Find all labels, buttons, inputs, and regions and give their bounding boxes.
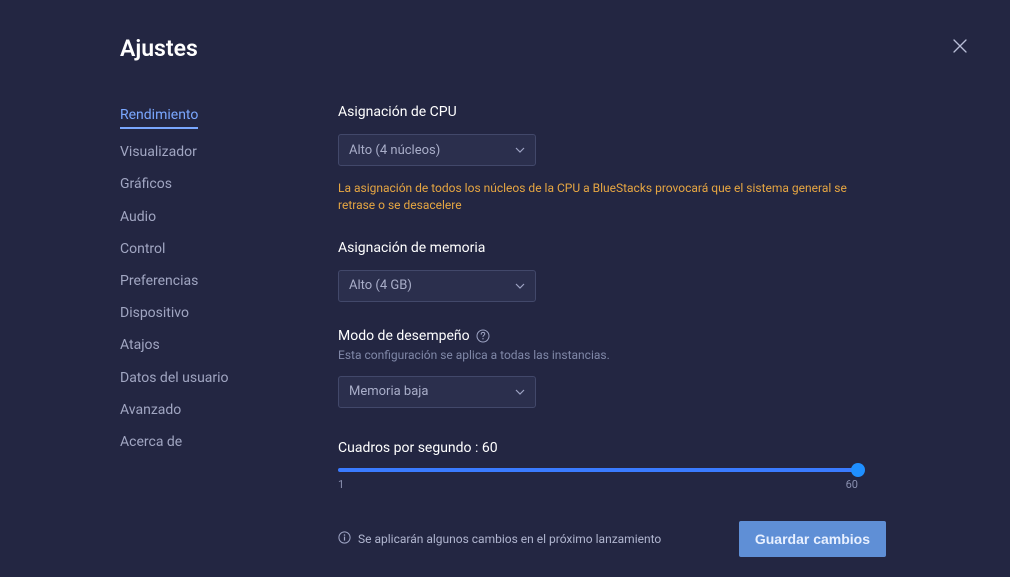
performance-mode-select[interactable]: Memoria baja <box>338 376 536 408</box>
help-icon[interactable] <box>476 329 490 343</box>
save-button[interactable]: Guardar cambios <box>739 521 886 557</box>
cpu-label: Asignación de CPU <box>338 104 890 120</box>
sidebar-item-graficos[interactable]: Gráficos <box>120 175 172 193</box>
memory-label: Asignación de memoria <box>338 240 890 256</box>
close-icon <box>952 38 968 54</box>
sidebar-item-avanzado[interactable]: Avanzado <box>120 401 181 419</box>
sidebar-item-visualizador[interactable]: Visualizador <box>120 143 197 161</box>
footer-note-text: Se aplicarán algunos cambios en el próxi… <box>358 532 661 546</box>
sidebar-item-acerca-de[interactable]: Acerca de <box>120 433 182 451</box>
close-button[interactable] <box>952 38 970 56</box>
page-title: Ajustes <box>120 35 1010 62</box>
memory-select[interactable]: Alto (4 GB) <box>338 270 536 302</box>
fps-label: Cuadros por segundo : 60 <box>338 440 890 456</box>
main-panel: Asignación de CPU Alto (4 núcleos) La as… <box>338 104 1010 557</box>
performance-mode-value: Memoria baja <box>349 384 428 399</box>
chevron-down-icon <box>515 147 525 153</box>
fps-min: 1 <box>338 478 344 491</box>
info-icon <box>338 531 351 547</box>
sidebar: Rendimiento Visualizador Gráficos Audio … <box>120 104 338 557</box>
sidebar-item-atajos[interactable]: Atajos <box>120 336 160 354</box>
memory-select-value: Alto (4 GB) <box>349 278 412 293</box>
sidebar-item-datos-usuario[interactable]: Datos del usuario <box>120 369 229 387</box>
cpu-warning: La asignación de todos los núcleos de la… <box>338 180 878 214</box>
performance-mode-label: Modo de desempeño <box>338 328 470 344</box>
sidebar-item-preferencias[interactable]: Preferencias <box>120 272 198 290</box>
fps-slider[interactable] <box>338 468 858 472</box>
sidebar-item-dispositivo[interactable]: Dispositivo <box>120 304 189 322</box>
cpu-select-value: Alto (4 núcleos) <box>349 143 440 158</box>
memory-section: Asignación de memoria Alto (4 GB) <box>338 240 890 302</box>
chevron-down-icon <box>515 283 525 289</box>
sidebar-item-audio[interactable]: Audio <box>120 208 156 226</box>
cpu-section: Asignación de CPU Alto (4 núcleos) La as… <box>338 104 890 214</box>
footer-note: Se aplicarán algunos cambios en el próxi… <box>338 531 661 547</box>
chevron-down-icon <box>515 389 525 395</box>
fps-max: 60 <box>846 478 858 491</box>
fps-section: Cuadros por segundo : 60 1 60 <box>338 440 890 491</box>
sidebar-item-control[interactable]: Control <box>120 240 165 258</box>
fps-slider-thumb[interactable] <box>851 463 865 477</box>
cpu-select[interactable]: Alto (4 núcleos) <box>338 134 536 166</box>
sidebar-item-rendimiento[interactable]: Rendimiento <box>120 106 198 129</box>
performance-mode-sub: Esta configuración se aplica a todas las… <box>338 348 890 362</box>
performance-mode-section: Modo de desempeño Esta configuración se … <box>338 328 890 408</box>
